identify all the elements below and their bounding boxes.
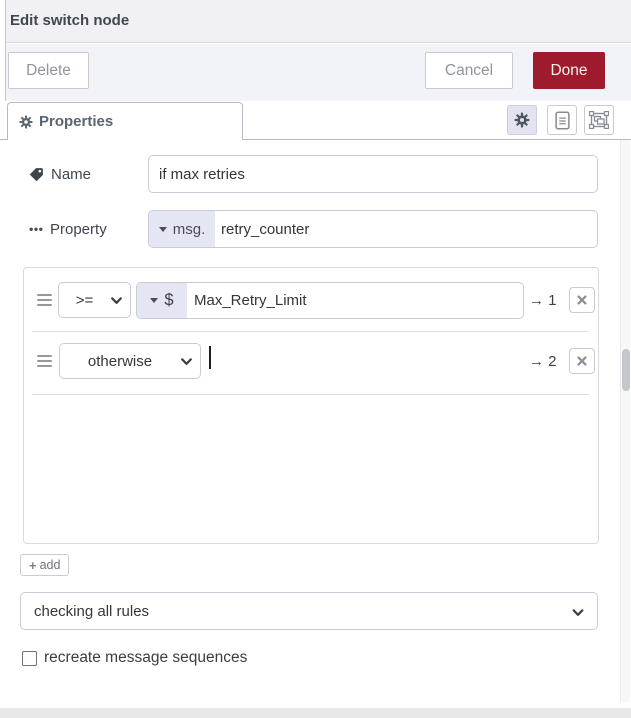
drag-handle-icon[interactable] (37, 294, 52, 306)
recreate-sequences-label: recreate message sequences (44, 649, 248, 666)
rule1-value-field: $ (136, 282, 524, 319)
name-row-label: Name (29, 155, 91, 193)
rule-separator (32, 331, 589, 332)
property-type-dropdown[interactable]: msg. (149, 211, 215, 247)
add-rule-button[interactable]: + add (20, 554, 70, 576)
caret-down-icon (150, 298, 159, 303)
cancel-button[interactable]: Cancel (425, 52, 513, 89)
rule2-remove-button[interactable] (569, 348, 595, 374)
rule-mode-select[interactable]: checking all rules (20, 592, 598, 630)
rule-separator (32, 394, 589, 395)
name-input[interactable] (149, 156, 597, 192)
document-icon (554, 111, 570, 130)
chevron-down-icon (111, 297, 122, 305)
property-type-label: msg. (172, 220, 206, 238)
remove-rule-icon (577, 356, 587, 366)
tray-resize-edge[interactable] (0, 0, 6, 101)
rule1-operator-select[interactable]: >= (58, 282, 131, 318)
tab-properties-label: Properties (39, 113, 114, 130)
chevron-down-icon (181, 358, 192, 366)
property-input[interactable] (215, 211, 597, 247)
tag-icon (29, 167, 44, 182)
tab-bar: Properties (0, 101, 631, 140)
done-button[interactable]: Done (533, 52, 605, 89)
property-row-label: Property (29, 210, 107, 248)
rule1-value-input[interactable] (187, 283, 523, 318)
chevron-down-icon (572, 609, 584, 617)
caret-down-icon (158, 226, 167, 232)
tab-properties[interactable]: Properties (7, 102, 243, 140)
object-group-icon (589, 111, 609, 129)
add-rule-label: add (39, 558, 61, 572)
description-tool-button[interactable] (547, 105, 577, 135)
delete-button[interactable]: Delete (8, 52, 89, 89)
gear-icon (19, 114, 33, 129)
property-label: Property (50, 220, 107, 238)
text-caret (209, 346, 211, 369)
name-label: Name (51, 165, 92, 183)
dialog-titlebar: Edit switch node (0, 0, 631, 43)
expression-type-label: $ (164, 291, 174, 309)
property-field: msg. (148, 210, 598, 248)
rule1-operator-value: >= (75, 291, 94, 309)
name-field (148, 155, 598, 193)
properties-tool-button[interactable] (507, 105, 537, 135)
ellipsis-icon (29, 227, 43, 232)
remove-rule-icon (577, 295, 587, 305)
rule2-output-label: → 2 (529, 353, 557, 370)
rule1-value-type-dropdown[interactable]: $ (137, 283, 187, 318)
rule2-operator-select[interactable]: otherwise (59, 343, 201, 379)
appearance-tool-button[interactable] (584, 105, 614, 135)
rule1-output-label: → 1 (529, 292, 557, 309)
scrollbar-thumb[interactable] (622, 349, 630, 391)
rules-list: >= $ → 1 otherwise (23, 267, 599, 544)
recreate-sequences-checkbox[interactable] (22, 651, 37, 666)
vertical-scrollbar[interactable] (620, 140, 630, 702)
rule2-value-area[interactable] (209, 343, 518, 380)
dialog-title: Edit switch node (10, 12, 130, 29)
drag-handle-icon[interactable] (37, 355, 52, 367)
edit-switch-node-dialog: Edit switch node Delete Cancel Done Prop… (0, 0, 631, 718)
rule-mode-value: checking all rules (34, 602, 150, 620)
dialog-button-row: Delete Cancel Done (0, 44, 631, 101)
plus-icon: + (29, 557, 37, 573)
rule2-operator-value: otherwise (87, 352, 153, 370)
gear-icon (514, 112, 530, 128)
workspace-footer-strip (0, 708, 631, 718)
rule1-remove-button[interactable] (569, 287, 595, 313)
